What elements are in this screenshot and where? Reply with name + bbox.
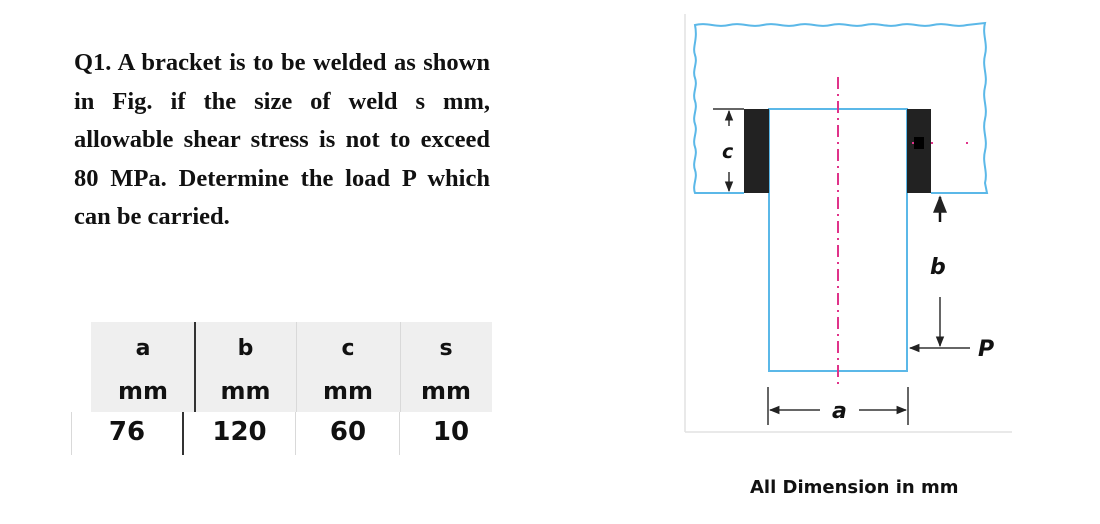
value-cell-a: 76 <box>108 417 146 447</box>
dimension-a: a <box>767 387 909 425</box>
value-cell-c: 60 <box>329 417 367 447</box>
column-divider <box>399 412 400 455</box>
header-unit: mm <box>220 377 271 405</box>
header-symbol: s <box>439 336 453 361</box>
value-cell-b: 120 <box>212 417 267 447</box>
dimension-a-label: a <box>832 399 847 424</box>
column-divider <box>400 322 401 412</box>
header-cell-a: a mm <box>91 322 195 412</box>
load-p: P <box>908 337 994 362</box>
column-divider <box>295 412 296 455</box>
dimension-b-label: b <box>930 255 946 280</box>
question-text: Q1. A bracket is to be welded as shown i… <box>74 49 490 230</box>
header-cell-b: b mm <box>195 322 296 412</box>
weld-right <box>907 109 931 193</box>
header-symbol: a <box>135 336 151 361</box>
header-cell-s: s mm <box>400 322 492 412</box>
table-value-row: 76 120 60 10 <box>71 412 502 455</box>
header-unit: mm <box>117 377 168 405</box>
figure-caption: All Dimension in mm <box>750 477 959 498</box>
header-cell-c: c mm <box>296 322 400 412</box>
header-unit: mm <box>420 377 471 405</box>
column-divider <box>296 322 297 412</box>
weld-centroid-mark <box>914 137 924 149</box>
dimension-c: c <box>713 108 744 193</box>
header-symbol: c <box>341 336 355 361</box>
weld-left <box>744 109 769 193</box>
load-p-label: P <box>978 337 994 362</box>
header-unit: mm <box>322 377 373 405</box>
column-divider <box>194 322 196 412</box>
table-header-row: a mm b mm c mm s mm <box>91 322 492 412</box>
bracket-figure: c b P a <box>684 14 1012 433</box>
dimension-c-label: c <box>722 141 734 163</box>
value-cell-s: 10 <box>432 417 470 447</box>
column-divider <box>182 412 184 455</box>
header-symbol: b <box>237 336 254 361</box>
dimension-b: b <box>930 195 947 348</box>
